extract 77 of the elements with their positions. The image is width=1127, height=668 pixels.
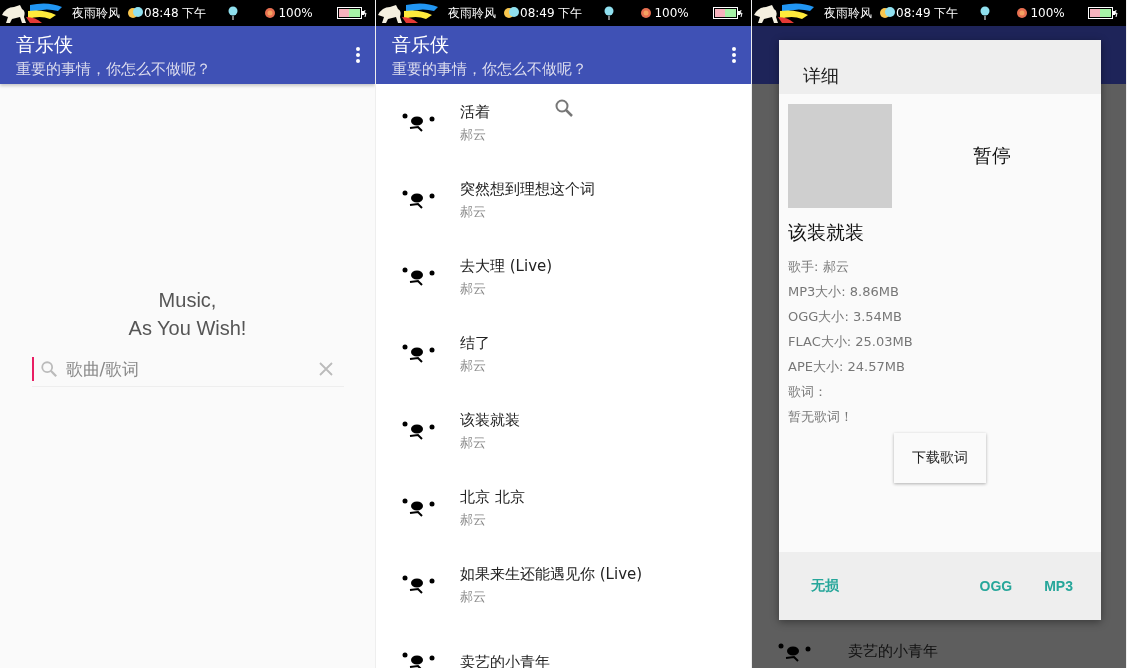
- song-artist: 郝云: [460, 511, 487, 529]
- horse-logo-icon: [752, 1, 816, 25]
- dots-blob-icon: [402, 188, 436, 211]
- download-lyrics-button[interactable]: 下载歌词: [894, 433, 986, 483]
- balloons-icon: [880, 7, 896, 19]
- flower-icon: [640, 7, 653, 19]
- balloons-icon: [504, 7, 520, 19]
- flower-icon: [264, 7, 277, 19]
- dots-blob-icon: [402, 265, 436, 288]
- battery-percent: 100%: [278, 6, 313, 20]
- song-artist: 郝云: [460, 434, 487, 452]
- more-menu-icon[interactable]: [355, 46, 361, 64]
- song-title: 如果来生还能遇见你 (Live): [460, 565, 643, 584]
- song-title: 突然想到理想这个词: [460, 180, 595, 199]
- carrier-name: 夜雨聆风: [72, 4, 120, 22]
- song-list-item[interactable]: 活着 郝云: [376, 84, 751, 161]
- dots-blob-icon: [778, 642, 812, 664]
- balloon-icon: [228, 6, 239, 20]
- balloon-icon: [980, 6, 991, 20]
- battery-percent: 100%: [654, 6, 689, 20]
- dots-blob-icon: [402, 342, 436, 365]
- song-artist: 郝云: [460, 280, 487, 298]
- song-list-item[interactable]: 如果来生还能遇见你 (Live) 郝云: [376, 546, 751, 623]
- pause-button[interactable]: 暂停: [892, 143, 1092, 169]
- song-title: 去大理 (Live): [460, 257, 553, 276]
- info-line: 暂无歌词！: [788, 408, 854, 426]
- info-line: APE大小: 24.57MB: [788, 358, 906, 376]
- dots-blob-icon: [402, 111, 436, 134]
- battery-icon: [713, 7, 743, 19]
- song-title: 卖艺的小青年: [848, 642, 938, 661]
- app-title: 音乐侠: [16, 31, 74, 57]
- song-list-item[interactable]: 该装就装 郝云: [376, 392, 751, 469]
- song-artist: 郝云: [460, 203, 487, 221]
- clock-time: 08:49 下午: [520, 4, 583, 22]
- flower-icon: [1016, 7, 1029, 19]
- horse-logo-icon: [0, 1, 64, 25]
- tagline-text: Music,: [158, 287, 217, 313]
- song-title: 该装就装: [460, 411, 520, 430]
- battery-icon: [337, 7, 367, 19]
- song-artist: 郝云: [460, 126, 487, 144]
- song-artist: 郝云: [460, 588, 487, 606]
- dots-blob-icon: [402, 496, 436, 519]
- search-icon[interactable]: [554, 98, 574, 118]
- info-line: 歌词：: [788, 383, 828, 401]
- song-name: 该装就装: [788, 220, 865, 245]
- info-line: FLAC大小: 25.03MB: [788, 333, 914, 351]
- app-title: 音乐侠: [392, 31, 450, 57]
- app-subtitle: 重要的事情，你怎么不做呢？: [16, 59, 212, 79]
- song-list-item[interactable]: 北京 北京 郝云: [376, 469, 751, 546]
- battery-percent: 100%: [1030, 6, 1065, 20]
- info-line: MP3大小: 8.86MB: [788, 283, 900, 301]
- info-line: 歌手: 郝云: [788, 258, 850, 276]
- battery-icon: [1088, 7, 1118, 19]
- song-list-item[interactable]: 结了 郝云: [376, 315, 751, 392]
- song-list-item[interactable]: 突然想到理想这个词 郝云: [376, 161, 751, 238]
- search-input[interactable]: 歌曲/歌词: [63, 357, 312, 380]
- dots-blob-icon: [402, 650, 436, 668]
- clock-time: 08:49 下午: [896, 4, 959, 22]
- carrier-name: 夜雨聆风: [824, 4, 872, 22]
- search-icon: [39, 359, 58, 378]
- horse-logo-icon: [376, 1, 440, 25]
- more-menu-icon[interactable]: [731, 46, 737, 64]
- clock-time: 08:48 下午: [144, 4, 207, 22]
- app-subtitle: 重要的事情，你怎么不做呢？: [392, 59, 588, 79]
- dots-blob-icon: [402, 419, 436, 442]
- song-title: 活着: [460, 103, 490, 122]
- balloons-icon: [128, 7, 144, 19]
- tagline-text: As You Wish!: [128, 315, 247, 341]
- info-line: OGG大小: 3.54MB: [788, 308, 903, 326]
- song-title: 结了: [460, 334, 490, 353]
- song-list-item[interactable]: 去大理 (Live) 郝云: [376, 238, 751, 315]
- dots-blob-icon: [402, 573, 436, 596]
- song-title: 北京 北京: [460, 488, 525, 507]
- song-artist: 郝云: [460, 357, 487, 375]
- dialog-title: 详细: [803, 64, 839, 88]
- carrier-name: 夜雨聆风: [448, 4, 496, 22]
- balloon-icon: [604, 6, 615, 20]
